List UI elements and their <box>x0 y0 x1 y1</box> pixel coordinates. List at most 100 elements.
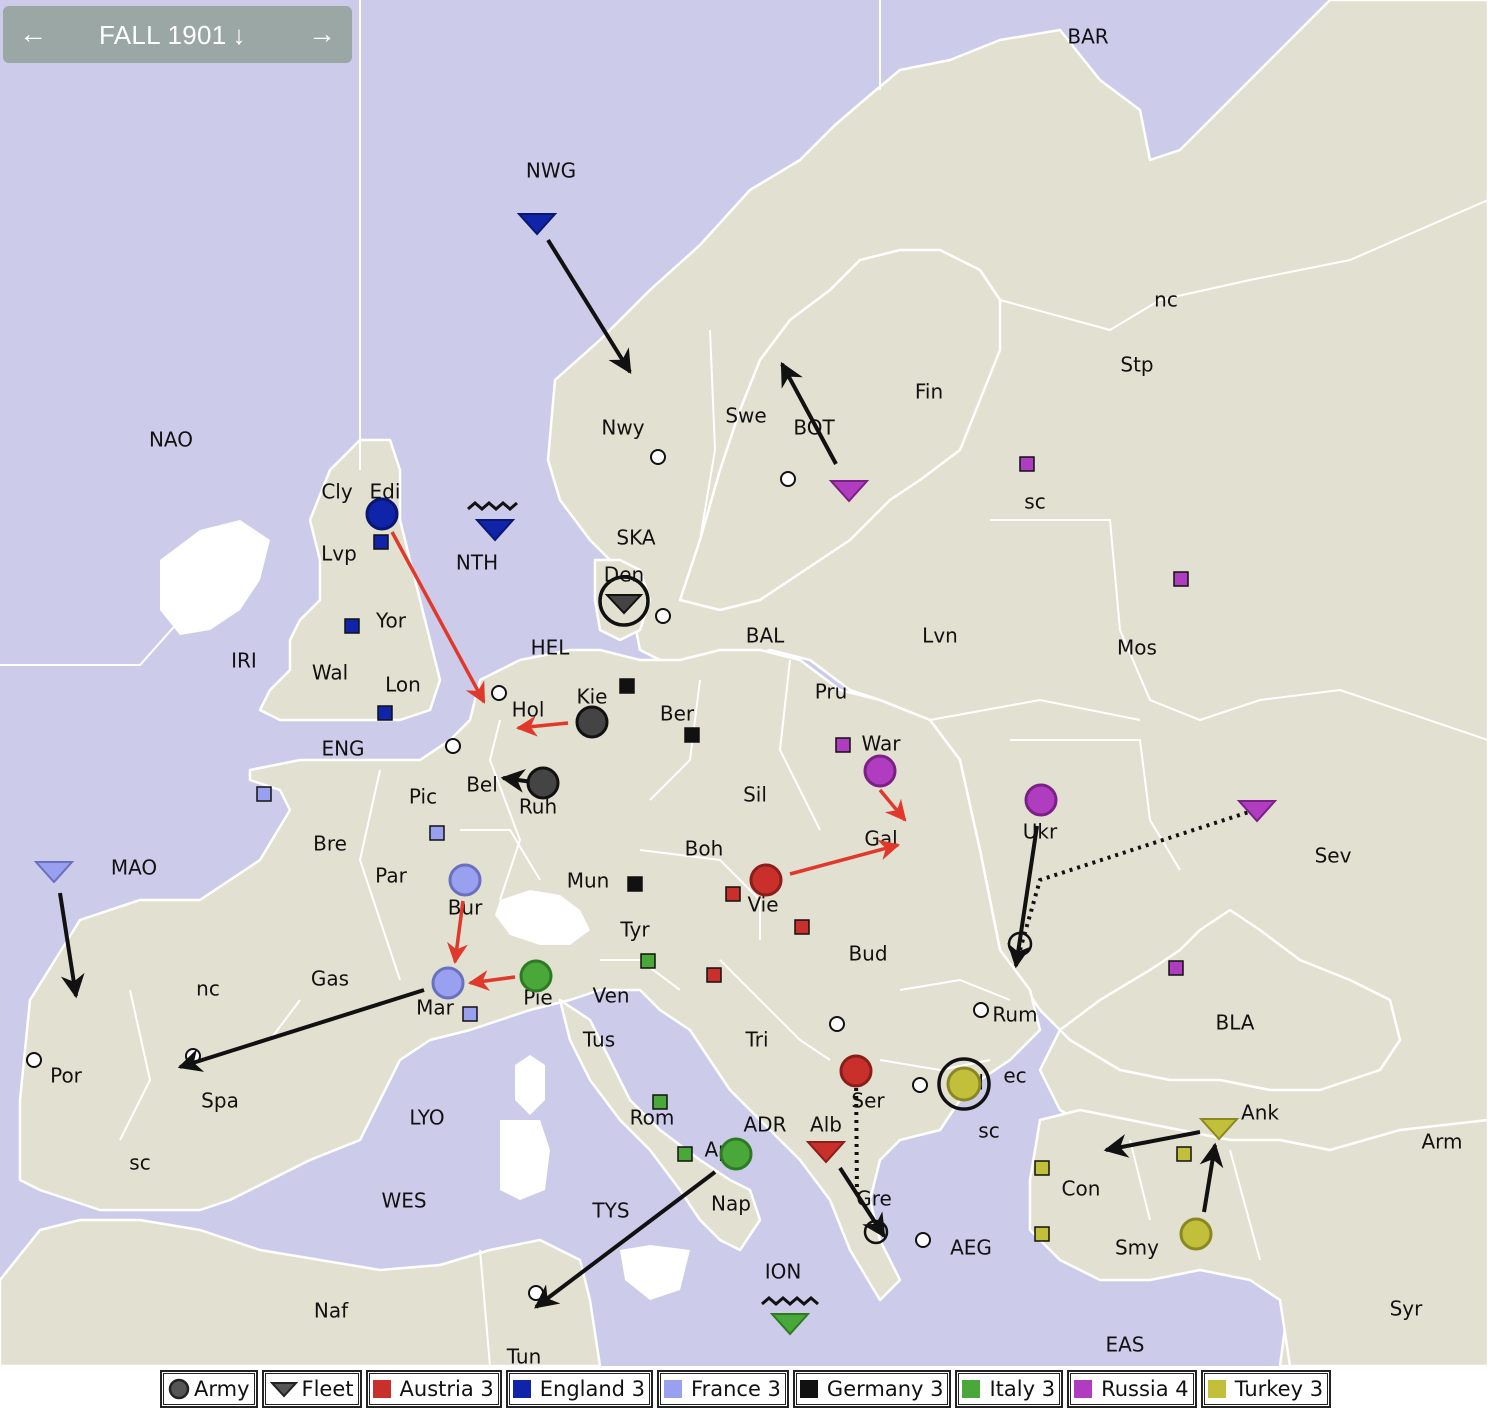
legend-swatch <box>664 1380 683 1398</box>
legend-germany-label: Germany 3 <box>826 1377 944 1401</box>
region-label-mao: MAO <box>111 856 157 880</box>
army-italy-pie <box>519 959 553 993</box>
region-label-tys: TYS <box>591 1199 629 1223</box>
legend-army-label: Army <box>194 1377 250 1401</box>
neutral-sc-ser <box>829 1016 845 1032</box>
region-label-spa-nc: nc <box>196 977 220 1001</box>
region-label-fin: Fin <box>915 380 943 404</box>
region-label-smy: Smy <box>1115 1236 1159 1260</box>
legend-england: England 3 <box>505 1370 654 1408</box>
phase-title: FALL 1901 <box>99 20 227 50</box>
region-label-ukr: Ukr <box>1023 820 1058 844</box>
fleet-england-nwg <box>516 213 558 236</box>
region-label-nth: NTH <box>456 551 498 575</box>
region-label-par: Par <box>375 864 407 888</box>
england-sc-lon <box>377 705 393 721</box>
diplomacy-map[interactable]: BAR NWG NAO nc Stp Fin Nwy Swe BOT sc Cly Edi Lvp NTH… <box>0 0 1488 1366</box>
region-label-bur: Bur <box>448 896 483 920</box>
region-label-war: War <box>862 732 902 756</box>
dislodge-marker-ion <box>761 1296 819 1306</box>
arrow-right-icon: → <box>308 18 336 49</box>
neutral-sc-gre <box>915 1232 931 1248</box>
neutral-sc-swe <box>780 471 796 487</box>
region-label-arm: Arm <box>1421 1130 1462 1154</box>
region-label-pru: Pru <box>815 680 848 704</box>
legend-austria-label: Austria 3 <box>399 1377 494 1401</box>
legend-germany: Germany 3 <box>792 1370 952 1408</box>
region-label-syr: Syr <box>1390 1297 1424 1321</box>
france-sc-bre <box>256 786 272 802</box>
legend-italy: Italy 3 <box>955 1370 1064 1408</box>
phase-navigator: ← FALL 1901 ↓ → <box>3 6 352 63</box>
next-phase-button[interactable]: → <box>302 16 342 52</box>
army-france-bur <box>448 863 482 897</box>
region-label-kie: Kie <box>577 685 608 709</box>
neutral-sc-tun <box>528 1285 544 1301</box>
italy-sc-nap <box>677 1146 693 1162</box>
region-label-mun: Mun <box>567 869 610 893</box>
region-label-bal: BAL <box>746 624 785 648</box>
region-label-tyr: Tyr <box>619 918 650 942</box>
army-austria-vie <box>749 863 783 897</box>
region-label-ska: SKA <box>616 526 655 550</box>
fleet-england-nth <box>474 519 516 542</box>
army-turkey-smy <box>1179 1217 1213 1251</box>
legend-turkey-label: Turkey 3 <box>1234 1377 1324 1401</box>
sicily-island <box>620 1245 690 1300</box>
region-label-nao: NAO <box>149 428 193 452</box>
arrow-down-icon: ↓ <box>232 20 246 50</box>
region-label-wes: WES <box>381 1189 426 1213</box>
russia-sc-mos <box>1173 571 1189 587</box>
legend-swatch <box>962 1380 981 1398</box>
army-turkey-bul <box>946 1066 982 1102</box>
region-label-bud: Bud <box>848 942 887 966</box>
map-canvas: BARNWGNAOncStpFinNwy Swe BOTscCly EdiLvp NTH… <box>0 0 1488 1366</box>
region-label-swe: Swe <box>725 404 766 428</box>
army-russia-war <box>863 754 897 788</box>
austria-sc-tri <box>706 967 722 983</box>
army-england-edi <box>365 497 399 531</box>
legend-france-label: France 3 <box>691 1377 781 1401</box>
region-label-stp: Stp <box>1120 353 1153 377</box>
legend: Army Fleet Austria 3 England 3 France 3 … <box>160 1370 1332 1408</box>
region-label-lvp: Lvp <box>321 542 357 566</box>
army-austria-ser <box>839 1054 873 1088</box>
region-label-tri: Tri <box>744 1028 768 1052</box>
region-label-ber: Ber <box>660 702 695 726</box>
region-label-lvn: Lvn <box>922 624 958 648</box>
germany-sc-kie <box>619 678 635 694</box>
france-sc-par <box>429 825 445 841</box>
neutral-sc-rum <box>973 1002 989 1018</box>
army-russia-ukr <box>1024 783 1058 817</box>
phase-title-button[interactable]: FALL 1901 ↓ <box>99 20 246 51</box>
dislodge-marker-nth <box>467 501 518 511</box>
fleet-france-mao <box>33 861 75 884</box>
legend-army: Army <box>160 1370 258 1408</box>
army-icon <box>167 1377 191 1401</box>
region-label-lyo: LYO <box>409 1106 444 1130</box>
corsica-island <box>515 1055 545 1115</box>
region-label-bla: BLA <box>1215 1011 1254 1035</box>
region-label-ven: Ven <box>592 984 629 1008</box>
region-label-por: Por <box>50 1064 83 1088</box>
region-label-gas: Gas <box>311 967 349 991</box>
russia-sc-sev <box>1168 960 1184 976</box>
region-label-pic: Pic <box>409 785 437 809</box>
region-label-nwg: NWG <box>526 159 576 183</box>
legend-swatch <box>1074 1380 1093 1398</box>
neutral-sc-bul <box>912 1077 928 1093</box>
army-germany-ruh <box>526 766 560 800</box>
russia-sc-war <box>835 737 851 753</box>
legend-austria: Austria 3 <box>365 1370 502 1408</box>
neutral-sc-nwy <box>650 449 666 465</box>
previous-phase-button[interactable]: ← <box>13 16 53 52</box>
arrow-left-icon: ← <box>19 18 47 49</box>
legend-turkey: Turkey 3 <box>1200 1370 1332 1408</box>
turkey-sc-con <box>1034 1160 1050 1176</box>
austria-sc-bud <box>794 919 810 935</box>
neutral-sc-bel <box>445 738 461 754</box>
legend-swatch <box>1207 1380 1226 1398</box>
italy-sc-ven <box>640 953 656 969</box>
region-label-spa-sc: sc <box>129 1151 150 1175</box>
legend-england-label: England 3 <box>539 1377 646 1401</box>
